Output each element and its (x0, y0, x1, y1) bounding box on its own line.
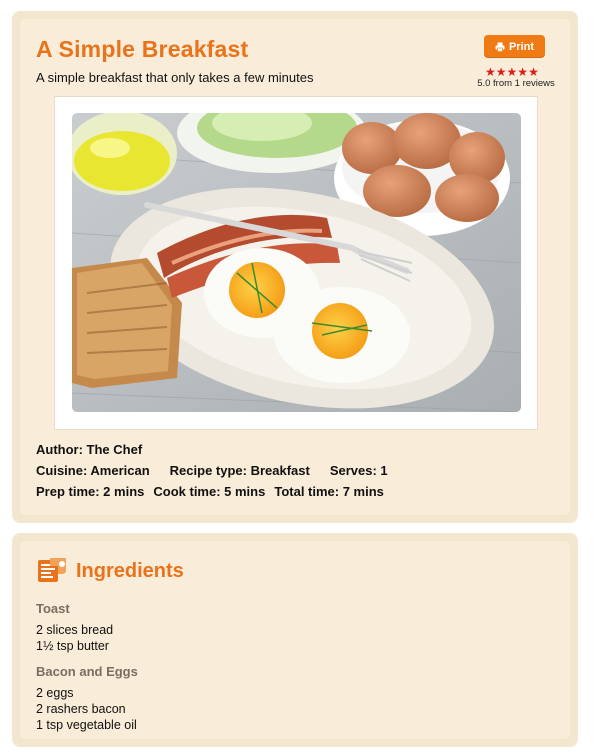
list-item: 2 rashers bacon (36, 702, 126, 716)
recipe-author: Author: The Chef (36, 442, 143, 457)
recipe-serves: Serves: 1 (329, 463, 388, 478)
recipe-photo-frame (54, 96, 538, 430)
recipe-photo (72, 113, 521, 412)
recipe-total-time: Total time: 7 mins (274, 484, 384, 499)
ingredient-group-title: Toast (36, 601, 70, 616)
recipe-times-row: Prep time: 2 mins Cook time: 5 mins Total … (36, 484, 384, 499)
star-icon[interactable]: ★ (528, 66, 539, 78)
star-icon[interactable]: ★ (485, 66, 496, 78)
recipe-card: A Simple Breakfast A simple breakfast th… (12, 11, 578, 523)
list-item: 1 tsp vegetable oil (36, 718, 137, 732)
ingredient-list-bacon-eggs: 2 eggs 2 rashers bacon 1 tsp vegetable o… (36, 685, 137, 733)
rating-text: 5.0 from 1 reviews (477, 78, 555, 89)
list-item: 2 eggs (36, 686, 74, 700)
recipe-card-inner: A Simple Breakfast A simple breakfast th… (20, 19, 570, 515)
recipe-title: A Simple Breakfast (36, 36, 249, 62)
recipe-type: Recipe type: Breakfast (169, 463, 310, 478)
star-icon[interactable]: ★ (496, 66, 507, 78)
ingredient-group-title: Bacon and Eggs (36, 664, 138, 679)
rating-stars[interactable]: ★ ★ ★ ★ ★ (485, 66, 545, 78)
printer-icon (495, 42, 505, 52)
recipe-cook-time: Cook time: 5 mins (153, 484, 266, 499)
recipe-subtitle: A simple breakfast that only takes a few… (36, 70, 314, 85)
print-button-label: Print (508, 40, 535, 53)
ingredients-title: Ingredients (76, 560, 184, 582)
ingredients-card-inner: Ingredients Toast 2 slices bread 1½ tsp … (20, 541, 570, 739)
recipe-details-row: Cuisine: American Recipe type: Breakfast S… (36, 463, 388, 478)
breakfast-image (72, 113, 521, 412)
ingredients-icon (38, 558, 66, 582)
list-item: 2 slices bread (36, 623, 114, 637)
print-button[interactable]: Print (484, 35, 545, 58)
ingredients-card: Ingredients Toast 2 slices bread 1½ tsp … (12, 533, 578, 747)
recipe-prep-time: Prep time: 2 mins (36, 484, 145, 499)
recipe-cuisine: Cuisine: American (36, 463, 150, 478)
star-icon[interactable]: ★ (517, 66, 528, 78)
star-icon[interactable]: ★ (507, 66, 518, 78)
ingredient-list-toast: 2 slices bread 1½ tsp butter (36, 622, 113, 654)
list-item: 1½ tsp butter (36, 639, 109, 653)
